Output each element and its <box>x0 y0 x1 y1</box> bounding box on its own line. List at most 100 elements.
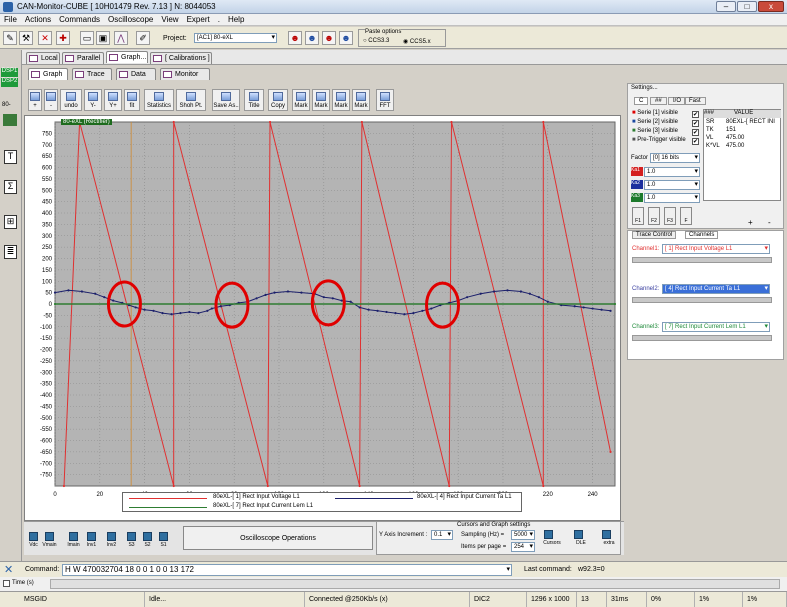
tab-parallel[interactable]: Parallel <box>62 52 104 64</box>
minimize-button[interactable]: – <box>716 1 736 12</box>
subtab-trace[interactable]: Trace <box>72 68 112 80</box>
menu-commands[interactable]: Commands <box>55 14 104 25</box>
s1-button[interactable]: S1 <box>156 530 171 550</box>
title-button[interactable]: Title <box>244 89 264 111</box>
subtab-monitor[interactable]: Monitor <box>160 68 210 80</box>
command-input[interactable]: H W 470032704 18 0 0 1 0 0 13 172 <box>62 564 512 576</box>
vmain-button[interactable]: Vmain <box>42 530 57 550</box>
ka2-input[interactable]: 1.0 <box>644 180 700 190</box>
s2-button[interactable]: S2 <box>140 530 155 550</box>
close-button[interactable]: x <box>758 1 784 12</box>
vdc-button[interactable]: Vdc <box>26 530 41 550</box>
pretrigger-checkbox[interactable]: ✔ <box>692 138 699 145</box>
wrench-icon[interactable]: ⚒ <box>19 31 33 45</box>
dle-button[interactable]: DLE <box>571 528 591 548</box>
plus-button[interactable]: + <box>748 218 753 227</box>
ccs33-radio[interactable]: ○ CCS3.3 <box>363 38 389 44</box>
graph-icon[interactable]: ⋀ <box>114 31 128 45</box>
person-red-icon[interactable]: ☻ <box>288 31 302 45</box>
menu-actions[interactable]: Actions <box>21 14 55 25</box>
copy-button[interactable]: Copy <box>268 89 288 111</box>
dsp1-badge[interactable]: DSP1 <box>1 68 18 77</box>
extra-button[interactable]: extra <box>599 528 619 548</box>
mark-button-2[interactable]: Mark <box>312 89 330 111</box>
doc-icon-3[interactable]: ⊞ <box>4 215 17 229</box>
tab-graph[interactable]: Graph... <box>106 51 148 63</box>
fft-button[interactable]: FFT <box>376 89 394 111</box>
serie2-row[interactable]: ■ Serie [2] visible <box>632 119 678 127</box>
maximize-button[interactable]: □ <box>737 1 757 12</box>
channel2-select[interactable]: [ 4] Rect Input Current Ta L1 <box>662 284 770 294</box>
s3-button[interactable]: S3 <box>124 530 139 550</box>
serie3-row[interactable]: ■ Serie [3] visible <box>632 128 678 136</box>
channel3-select[interactable]: [ 7] Rect Input Current Lem L1 <box>662 322 770 332</box>
undo-button[interactable]: undo <box>60 89 82 111</box>
device-icon[interactable] <box>3 114 17 126</box>
time-checkbox[interactable] <box>3 580 10 587</box>
y-axis-input[interactable]: 0.1 <box>431 530 453 540</box>
zoom-in-button[interactable]: + <box>28 89 42 111</box>
statistics-button[interactable]: Statistics <box>144 89 174 111</box>
serie1-row[interactable]: ■ Serie [1] visible <box>632 110 678 118</box>
person-red2-icon[interactable]: ☻ <box>322 31 336 45</box>
ka3-input[interactable]: 1.0 <box>644 193 700 203</box>
save-as-button[interactable]: Save As.. <box>212 89 240 111</box>
menu-help[interactable]: Help <box>224 14 248 25</box>
menu-expert[interactable]: Expert <box>183 14 214 25</box>
f1-button[interactable]: F1 <box>632 207 644 225</box>
edit-icon[interactable]: ✐ <box>136 31 150 45</box>
show-points-button[interactable]: Shoh Pt. <box>176 89 206 111</box>
menu-oscilloscope[interactable]: Oscilloscope <box>104 14 157 25</box>
oscilloscope-operations-button[interactable]: Oscilloscope Operations <box>183 526 373 550</box>
channel1-select[interactable]: [ 1] Rect Input Voltage L1 <box>662 244 770 254</box>
person-blue2-icon[interactable]: ☻ <box>339 31 353 45</box>
tool-icon[interactable]: ✎ <box>3 31 17 45</box>
subtab-graph[interactable]: Graph <box>28 68 68 80</box>
tab-channels[interactable]: Channels <box>685 231 719 239</box>
f2-button[interactable]: F2 <box>648 207 660 225</box>
delete-icon[interactable]: ✕ <box>38 31 52 45</box>
f3-button[interactable]: F3 <box>664 207 676 225</box>
settings-tab-hash[interactable]: ## <box>650 97 667 105</box>
pretrigger-row[interactable]: ■ Pre-Trigger visible <box>632 137 686 145</box>
items-input[interactable]: 254 <box>511 542 535 552</box>
person-blue-icon[interactable]: ☻ <box>305 31 319 45</box>
mark-button-3[interactable]: Mark <box>332 89 350 111</box>
serie1-checkbox[interactable]: ✔ <box>692 111 699 118</box>
sampling-input[interactable]: 5000 <box>511 530 535 540</box>
f-button[interactable]: F <box>680 207 692 225</box>
y-minus-button[interactable]: Y- <box>84 89 102 111</box>
settings-tab-c[interactable]: C <box>634 97 649 105</box>
chart-container[interactable]: 750 700 650 600 550 500 450 400 350 300 250 200 150 1… <box>24 115 621 521</box>
inv1-button[interactable]: Inv1 <box>84 530 99 550</box>
dsp2-badge[interactable]: DSP2 <box>1 78 18 87</box>
menu-view[interactable]: View <box>157 14 182 25</box>
fit-button[interactable]: fit <box>124 89 140 111</box>
serie3-checkbox[interactable]: ✔ <box>692 129 699 136</box>
windows-icon[interactable]: ▣ <box>96 31 110 45</box>
doc-icon-1[interactable]: T <box>4 150 17 164</box>
ka1-input[interactable]: 1.0 <box>644 167 700 177</box>
imain-button[interactable]: Imain <box>66 530 81 550</box>
subtab-data[interactable]: Data <box>116 68 156 80</box>
tab-local[interactable]: Local <box>26 52 60 64</box>
ccs5x-radio[interactable]: ◉ CCS5.x <box>403 38 431 45</box>
zoom-out-button[interactable]: - <box>44 89 58 111</box>
new-icon[interactable]: ✚ <box>56 31 70 45</box>
tab-trace-control[interactable]: Trace Control <box>632 231 677 239</box>
factor-select[interactable]: [0] 16 bits <box>650 153 700 163</box>
inv2-button[interactable]: Inv2 <box>104 530 119 550</box>
window-icon[interactable]: ▭ <box>80 31 94 45</box>
menu-file[interactable]: File <box>0 14 21 25</box>
minus-button[interactable]: - <box>768 218 771 227</box>
doc-icon-4[interactable]: ≣ <box>4 245 17 259</box>
mark-button-1[interactable]: Mark <box>292 89 310 111</box>
project-select[interactable]: [AC1] 80-eXL <box>194 33 277 43</box>
y-plus-button[interactable]: Y+ <box>104 89 122 111</box>
serie2-checkbox[interactable]: ✔ <box>692 120 699 127</box>
settings-tab-fast[interactable]: Fast <box>684 97 706 105</box>
cursors-button[interactable]: Cursors <box>541 528 563 548</box>
tab-calibrations[interactable]: [ Calibrations ] <box>150 52 212 64</box>
mark-button-4[interactable]: Mark <box>352 89 370 111</box>
time-scrollbar[interactable] <box>50 579 780 589</box>
